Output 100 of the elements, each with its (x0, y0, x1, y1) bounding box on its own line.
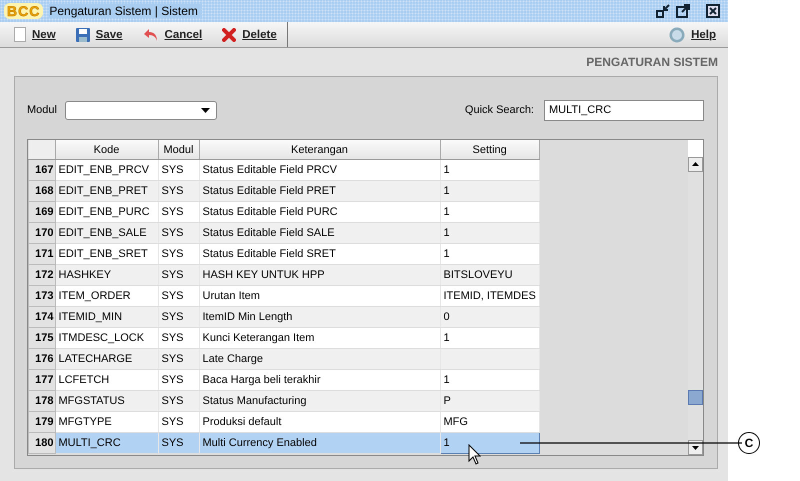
table-cell: ITEM_ORDER (55, 286, 158, 306)
vertical-scrollbar[interactable] (688, 140, 703, 455)
table-cell: SYS (158, 286, 199, 306)
dropdown-arrow-icon (200, 108, 210, 112)
table-cell: SYS (158, 348, 199, 370)
table-cell: 1 (440, 244, 540, 264)
table-cell: ITEMID, ITEMDES (440, 286, 540, 306)
column-header[interactable]: Keterangan (199, 140, 440, 160)
save-button[interactable]: Save (72, 26, 127, 44)
table-cell: Status Editable Field PRET (199, 180, 440, 202)
table-cell: EDIT_ENB_PURC (55, 202, 158, 222)
row-number: 169 (28, 202, 55, 222)
row-number: 171 (28, 244, 55, 264)
callout-marker: C (738, 432, 760, 454)
table-row[interactable]: 171 EDIT_ENB_SRET SYS Status Editable Field SRET 1 (28, 244, 540, 264)
scroll-up-icon[interactable] (688, 157, 703, 172)
table-cell: SYS (158, 160, 199, 180)
table-cell: 1 (440, 160, 540, 180)
minimize-icon[interactable] (656, 4, 670, 18)
close-icon[interactable] (706, 4, 720, 18)
row-number: 172 (28, 264, 55, 286)
column-header[interactable]: Setting (440, 140, 540, 160)
cancel-button[interactable]: Cancel (138, 26, 206, 44)
app-logo: BCC (4, 3, 44, 19)
table-cell: Kunci Keterangan Item (199, 328, 440, 348)
table-cell: HASHKEY (55, 264, 158, 286)
table-cell: Status Manufacturing (199, 390, 440, 412)
table-row[interactable]: 177 LCFETCH SYS Baca Harga beli terakhir 1 (28, 370, 540, 390)
row-number: 174 (28, 306, 55, 328)
table-row[interactable]: 174 ITEMID_MIN SYS ItemID Min Length 0 (28, 306, 540, 328)
table-cell: Status Editable Field PRCV (199, 160, 440, 180)
table-cell: 1 (440, 180, 540, 202)
table-cell: Urutan Item (199, 286, 440, 306)
modul-label: Modul (27, 104, 57, 116)
table-cell: Baca Harga beli terakhir (199, 370, 440, 390)
table-cell: Status Editable Field SALE (199, 222, 440, 244)
table-cell: ItemID Min Length (199, 306, 440, 328)
row-number: 179 (28, 412, 55, 432)
table-row[interactable]: 172 HASHKEY SYS HASH KEY UNTUK HPP BITSLOVEYU (28, 264, 540, 286)
maximize-icon[interactable] (676, 4, 690, 18)
table-cell: BITSLOVEYU (440, 264, 540, 286)
table-cell: Late Charge (199, 348, 440, 370)
table-cell: LATECHARGE (55, 348, 158, 370)
table-cell: MFG (440, 412, 540, 432)
table-cell: MFGTYPE (55, 412, 158, 432)
row-number: 173 (28, 286, 55, 306)
row-number: 180 (28, 432, 55, 454)
table-row[interactable]: 175 ITMDESC_LOCK SYS Kunci Keterangan Item 1 (28, 328, 540, 348)
quick-search-label: Quick Search: (464, 104, 534, 116)
table-cell: SYS (158, 306, 199, 328)
table-cell: 1 (440, 370, 540, 390)
table-cell: Produksi default (199, 412, 440, 432)
help-button[interactable]: Help (665, 24, 720, 44)
table-cell: 0 (440, 306, 540, 328)
table-row[interactable]: 168 EDIT_ENB_PRET SYS Status Editable Field PRET 1 (28, 180, 540, 202)
table-cell: SYS (158, 432, 199, 454)
undo-arrow-icon (142, 28, 159, 42)
table-cell: MFGSTATUS (55, 390, 158, 412)
table-cell: EDIT_ENB_SALE (55, 222, 158, 244)
table-cell: ITMDESC_LOCK (55, 328, 158, 348)
table-row[interactable]: 180 MULTI_CRC SYS Multi Currency Enabled 1 (28, 432, 540, 454)
quick-search-field[interactable]: MULTI_CRC (544, 100, 704, 120)
table-cell: EDIT_ENB_SRET (55, 244, 158, 264)
row-number: 170 (28, 222, 55, 244)
mouse-cursor-icon (468, 444, 482, 466)
table-cell: SYS (158, 244, 199, 264)
table-cell: HASH KEY UNTUK HPP (199, 264, 440, 286)
table-cell: EDIT_ENB_PRCV (55, 160, 158, 180)
column-header[interactable]: Modul (158, 140, 199, 160)
table-row[interactable]: 176 LATECHARGE SYS Late Charge (28, 348, 540, 370)
table-cell: ITEMID_MIN (55, 306, 158, 328)
row-number: 177 (28, 370, 55, 390)
table-cell: P (440, 390, 540, 412)
row-number: 176 (28, 348, 55, 370)
window-title: Pengaturan Sistem | Sistem (49, 4, 202, 18)
table-cell: SYS (158, 202, 199, 222)
scroll-down-icon[interactable] (688, 440, 703, 455)
table-cell: SYS (158, 222, 199, 244)
table-row[interactable]: 179 MFGTYPE SYS Produksi default MFG (28, 412, 540, 432)
table-cell: SYS (158, 390, 199, 412)
table-row[interactable]: 173 ITEM_ORDER SYS Urutan Item ITEMID, ITEMDES (28, 286, 540, 306)
table-row[interactable]: 167 EDIT_ENB_PRCV SYS Status Editable Field PRCV 1 (28, 160, 540, 180)
delete-button[interactable]: Delete (218, 26, 281, 44)
row-number: 167 (28, 160, 55, 180)
table-row[interactable]: 169 EDIT_ENB_PURC SYS Status Editable Field PURC 1 (28, 202, 540, 222)
modul-dropdown[interactable] (64, 100, 217, 120)
column-header[interactable]: Kode (55, 140, 158, 160)
scroll-thumb[interactable] (688, 390, 703, 405)
table-row[interactable]: 170 EDIT_ENB_SALE SYS Status Editable Field SALE 1 (28, 222, 540, 244)
table-cell: 1 (440, 328, 540, 348)
table-cell: 1 (440, 222, 540, 244)
table-cell: MULTI_CRC (55, 432, 158, 454)
table-cell: 1 (440, 432, 540, 454)
table-row[interactable]: 178 MFGSTATUS SYS Status Manufacturing P (28, 390, 540, 412)
table-cell: SYS (158, 412, 199, 432)
row-number: 175 (28, 328, 55, 348)
row-number: 178 (28, 390, 55, 412)
table-cell: Status Editable Field PURC (199, 202, 440, 222)
row-number: 168 (28, 180, 55, 202)
new-button[interactable]: New (10, 25, 60, 44)
